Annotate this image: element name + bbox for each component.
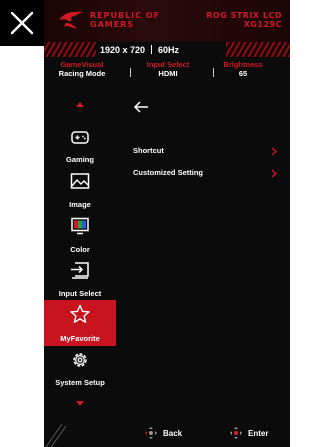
rog-logo-icon (59, 11, 83, 29)
brand-text: REPUBLIC OF GAMERS (90, 11, 161, 29)
footer: Back Enter (44, 420, 290, 447)
sidebar-item-label: Color (70, 245, 90, 254)
gear-icon (73, 353, 87, 367)
joystick-press-icon (230, 427, 242, 439)
close-icon (10, 11, 34, 35)
menu-item-label: Shortcut (133, 146, 164, 155)
status-divider (213, 68, 214, 77)
status-divider (130, 68, 131, 77)
resolution-value: 1920 x 720 (100, 44, 146, 55)
enter-label: Enter (248, 428, 269, 438)
gamepad-icon (71, 131, 89, 144)
joystick-left-icon (145, 427, 157, 439)
back-arrow-icon[interactable] (132, 100, 150, 114)
sidebar-item-system-setup[interactable]: System Setup (44, 346, 116, 390)
osd-header: REPUBLIC OF GAMERS ROG STRIX LCD XG129C (44, 0, 290, 42)
sidebar-item-image[interactable]: Image (44, 168, 116, 212)
gamevisual-value: Racing Mode (58, 69, 106, 78)
star-icon (70, 304, 90, 323)
chevron-right-icon (271, 169, 277, 178)
osd-panel: REPUBLIC OF GAMERS ROG STRIX LCD XG129C … (44, 0, 290, 447)
image-icon (70, 173, 90, 189)
status-brightness: Brightness 65 (216, 60, 270, 79)
enter-button[interactable]: Enter (229, 426, 268, 440)
sidebar-item-myfavorite[interactable]: MyFavorite (44, 300, 116, 346)
menu-item-customized-setting[interactable]: Customized Setting (133, 166, 279, 180)
input-select-value: HDMI (158, 69, 178, 78)
sidebar-item-label: Gaming (66, 155, 94, 164)
brightness-value: 65 (238, 69, 248, 78)
sidebar-item-input-select[interactable]: Input Select (44, 257, 116, 301)
status-input: Input Select HDMI (138, 60, 198, 79)
model-text: ROG STRIX LCD XG129C (206, 11, 282, 29)
sidebar-item-label: Input Select (58, 289, 102, 298)
sidebar-item-label: MyFavorite (60, 334, 100, 343)
chevron-right-icon (271, 147, 277, 156)
scroll-up-arrow-icon[interactable] (76, 102, 84, 107)
sidebar-item-label: System Setup (55, 378, 105, 387)
sidebar-item-label: Image (69, 200, 91, 209)
scroll-down-arrow-icon[interactable] (76, 401, 84, 406)
sidebar-item-color[interactable]: Color (44, 213, 116, 257)
gamevisual-label: GameVisual (60, 60, 104, 69)
resolution-bar: 1920 x 720 60Hz (44, 42, 290, 57)
back-button[interactable]: Back (144, 426, 182, 440)
input-icon (71, 262, 89, 279)
status-gamevisual: GameVisual Racing Mode (50, 60, 114, 79)
back-label: Back (163, 428, 183, 438)
resolution-divider (151, 45, 153, 54)
close-button[interactable] (0, 0, 44, 46)
sidebar: Gaming Image Color Input Select MyFavori… (44, 88, 116, 418)
sidebar-item-gaming[interactable]: Gaming (44, 123, 116, 167)
color-icon (71, 217, 89, 235)
input-select-label: Input Select (146, 60, 190, 69)
refresh-rate-value: 60Hz (158, 44, 180, 55)
menu-item-shortcut[interactable]: Shortcut (133, 144, 279, 158)
menu-item-label: Customized Setting (133, 168, 204, 177)
decorative-slash-icon (45, 423, 67, 447)
brightness-label: Brightness (223, 60, 263, 69)
status-row: GameVisual Racing Mode Input Select HDMI… (44, 60, 290, 84)
